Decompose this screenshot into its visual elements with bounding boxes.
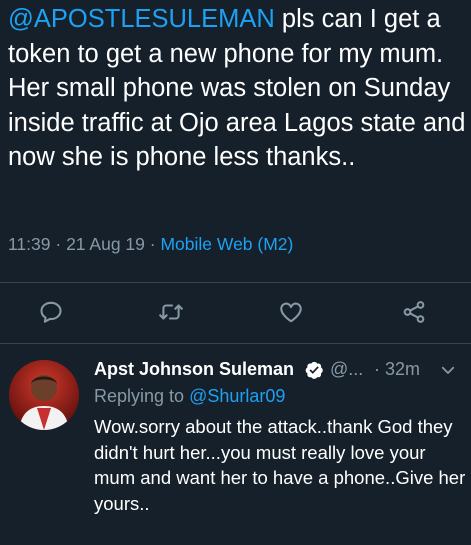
share-button[interactable] — [394, 292, 434, 332]
divider — [0, 282, 471, 283]
like-icon — [280, 302, 302, 323]
like-button[interactable] — [271, 292, 311, 332]
divider — [0, 343, 471, 344]
reply-author-handle[interactable]: @... — [330, 359, 363, 380]
tweet-meta: 11:39 · 21 Aug 19 · Mobile Web (M2) — [8, 234, 293, 255]
replying-mention[interactable]: @Shurlar09 — [189, 386, 285, 406]
reply-header: Apst Johnson Suleman @... · 32m — [94, 359, 464, 383]
tweet-source[interactable]: Mobile Web (M2) — [160, 234, 293, 254]
replying-to: Replying to @Shurlar09 — [94, 386, 285, 407]
avatar-photo — [9, 360, 79, 430]
tweet-text: @APOSTLESULEMAN pls can I get a token to… — [8, 2, 470, 175]
retweet-button[interactable] — [151, 292, 191, 332]
meta-separator: · — [50, 234, 67, 254]
reply-text: Wow.sorry about the attack..thank God th… — [94, 416, 466, 514]
reply-author-name[interactable]: Apst Johnson Suleman — [94, 359, 294, 380]
verified-badge-icon — [305, 361, 323, 379]
chevron-down-icon[interactable] — [439, 361, 457, 379]
tweet-actions — [0, 292, 471, 332]
reply-button[interactable] — [31, 292, 71, 332]
replying-prefix: Replying to — [94, 386, 190, 406]
meta-separator: · — [144, 234, 161, 254]
reply-icon — [40, 301, 62, 323]
retweet-icon — [159, 304, 183, 320]
avatar[interactable] — [9, 360, 79, 430]
tweet-mention[interactable]: @APOSTLESULEMAN — [8, 5, 275, 33]
tweet-date[interactable]: 21 Aug 19 — [66, 234, 145, 254]
share-icon — [403, 301, 425, 323]
reply-time[interactable]: · 32m — [374, 359, 420, 380]
tweet-time[interactable]: 11:39 — [8, 234, 51, 254]
